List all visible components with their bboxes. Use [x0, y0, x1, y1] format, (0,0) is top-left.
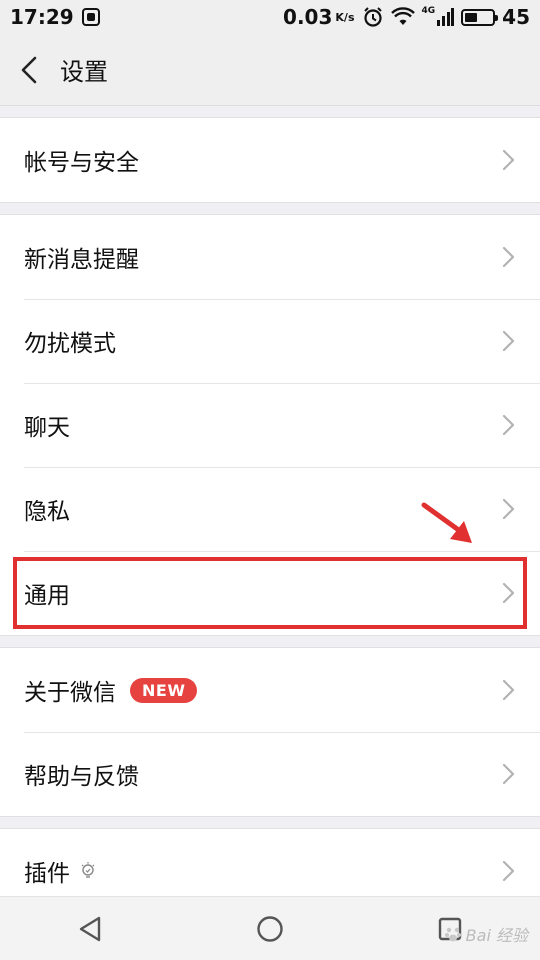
back-icon[interactable]	[20, 55, 42, 85]
settings-item-2-1[interactable]: 帮助与反馈	[0, 732, 540, 816]
wifi-icon	[390, 7, 415, 25]
network-type: 4G	[421, 6, 436, 16]
chevron-right-icon	[502, 246, 516, 268]
settings-group: 帐号与安全	[0, 117, 540, 203]
settings-item-label: 关于微信	[24, 680, 116, 706]
lightbulb-icon	[80, 861, 96, 881]
settings-item-label: 帮助与反馈	[24, 764, 139, 790]
settings-item-0-0[interactable]: 帐号与安全	[0, 118, 540, 202]
settings-group: 关于微信 NEW 帮助与反馈	[0, 647, 540, 817]
settings-item-2-0[interactable]: 关于微信 NEW	[0, 648, 540, 732]
paw-logo-icon	[444, 927, 461, 942]
title-bar: 设置	[0, 34, 540, 106]
net-speed: 0.03	[283, 5, 333, 29]
settings-item-label: 新消息提醒	[24, 247, 139, 273]
status-bar: 17:29 0.03 K/s 4G 45	[0, 0, 540, 34]
settings-item-label: 插件	[24, 861, 70, 887]
highlight-box	[13, 557, 527, 629]
settings-item-1-0[interactable]: 新消息提醒	[0, 215, 540, 299]
battery-icon	[461, 8, 499, 26]
settings-item-label: 帐号与安全	[24, 150, 139, 176]
new-badge: NEW	[130, 677, 198, 703]
circle-home-icon	[257, 915, 283, 942]
notification-icon	[81, 8, 100, 26]
chevron-right-icon	[502, 414, 516, 436]
chevron-right-icon	[502, 860, 516, 882]
page-title: 设置	[60, 58, 108, 86]
chevron-right-icon	[502, 498, 516, 520]
chevron-right-icon	[502, 679, 516, 701]
alarm-icon	[363, 7, 382, 27]
battery-level: 45	[502, 5, 530, 29]
settings-item-label: 聊天	[24, 415, 70, 441]
triangle-back-icon	[79, 916, 101, 941]
settings-item-label: 勿扰模式	[24, 331, 116, 357]
settings-item-1-1[interactable]: 勿扰模式	[0, 299, 540, 383]
watermark-text: Bai 经验	[465, 926, 528, 945]
settings-item-1-2[interactable]: 聊天	[0, 383, 540, 467]
nav-home-button[interactable]	[250, 909, 290, 949]
annotation-arrow	[421, 502, 472, 543]
net-speed-unit: K/s	[335, 10, 355, 24]
status-time: 17:29	[10, 5, 74, 29]
nav-back-button[interactable]	[70, 909, 110, 949]
watermark: Bai 经验	[444, 922, 528, 946]
settings-item-label: 隐私	[24, 499, 70, 525]
signal-icon	[437, 8, 455, 26]
chevron-right-icon	[502, 330, 516, 352]
chevron-right-icon	[502, 149, 516, 171]
chevron-right-icon	[502, 763, 516, 785]
